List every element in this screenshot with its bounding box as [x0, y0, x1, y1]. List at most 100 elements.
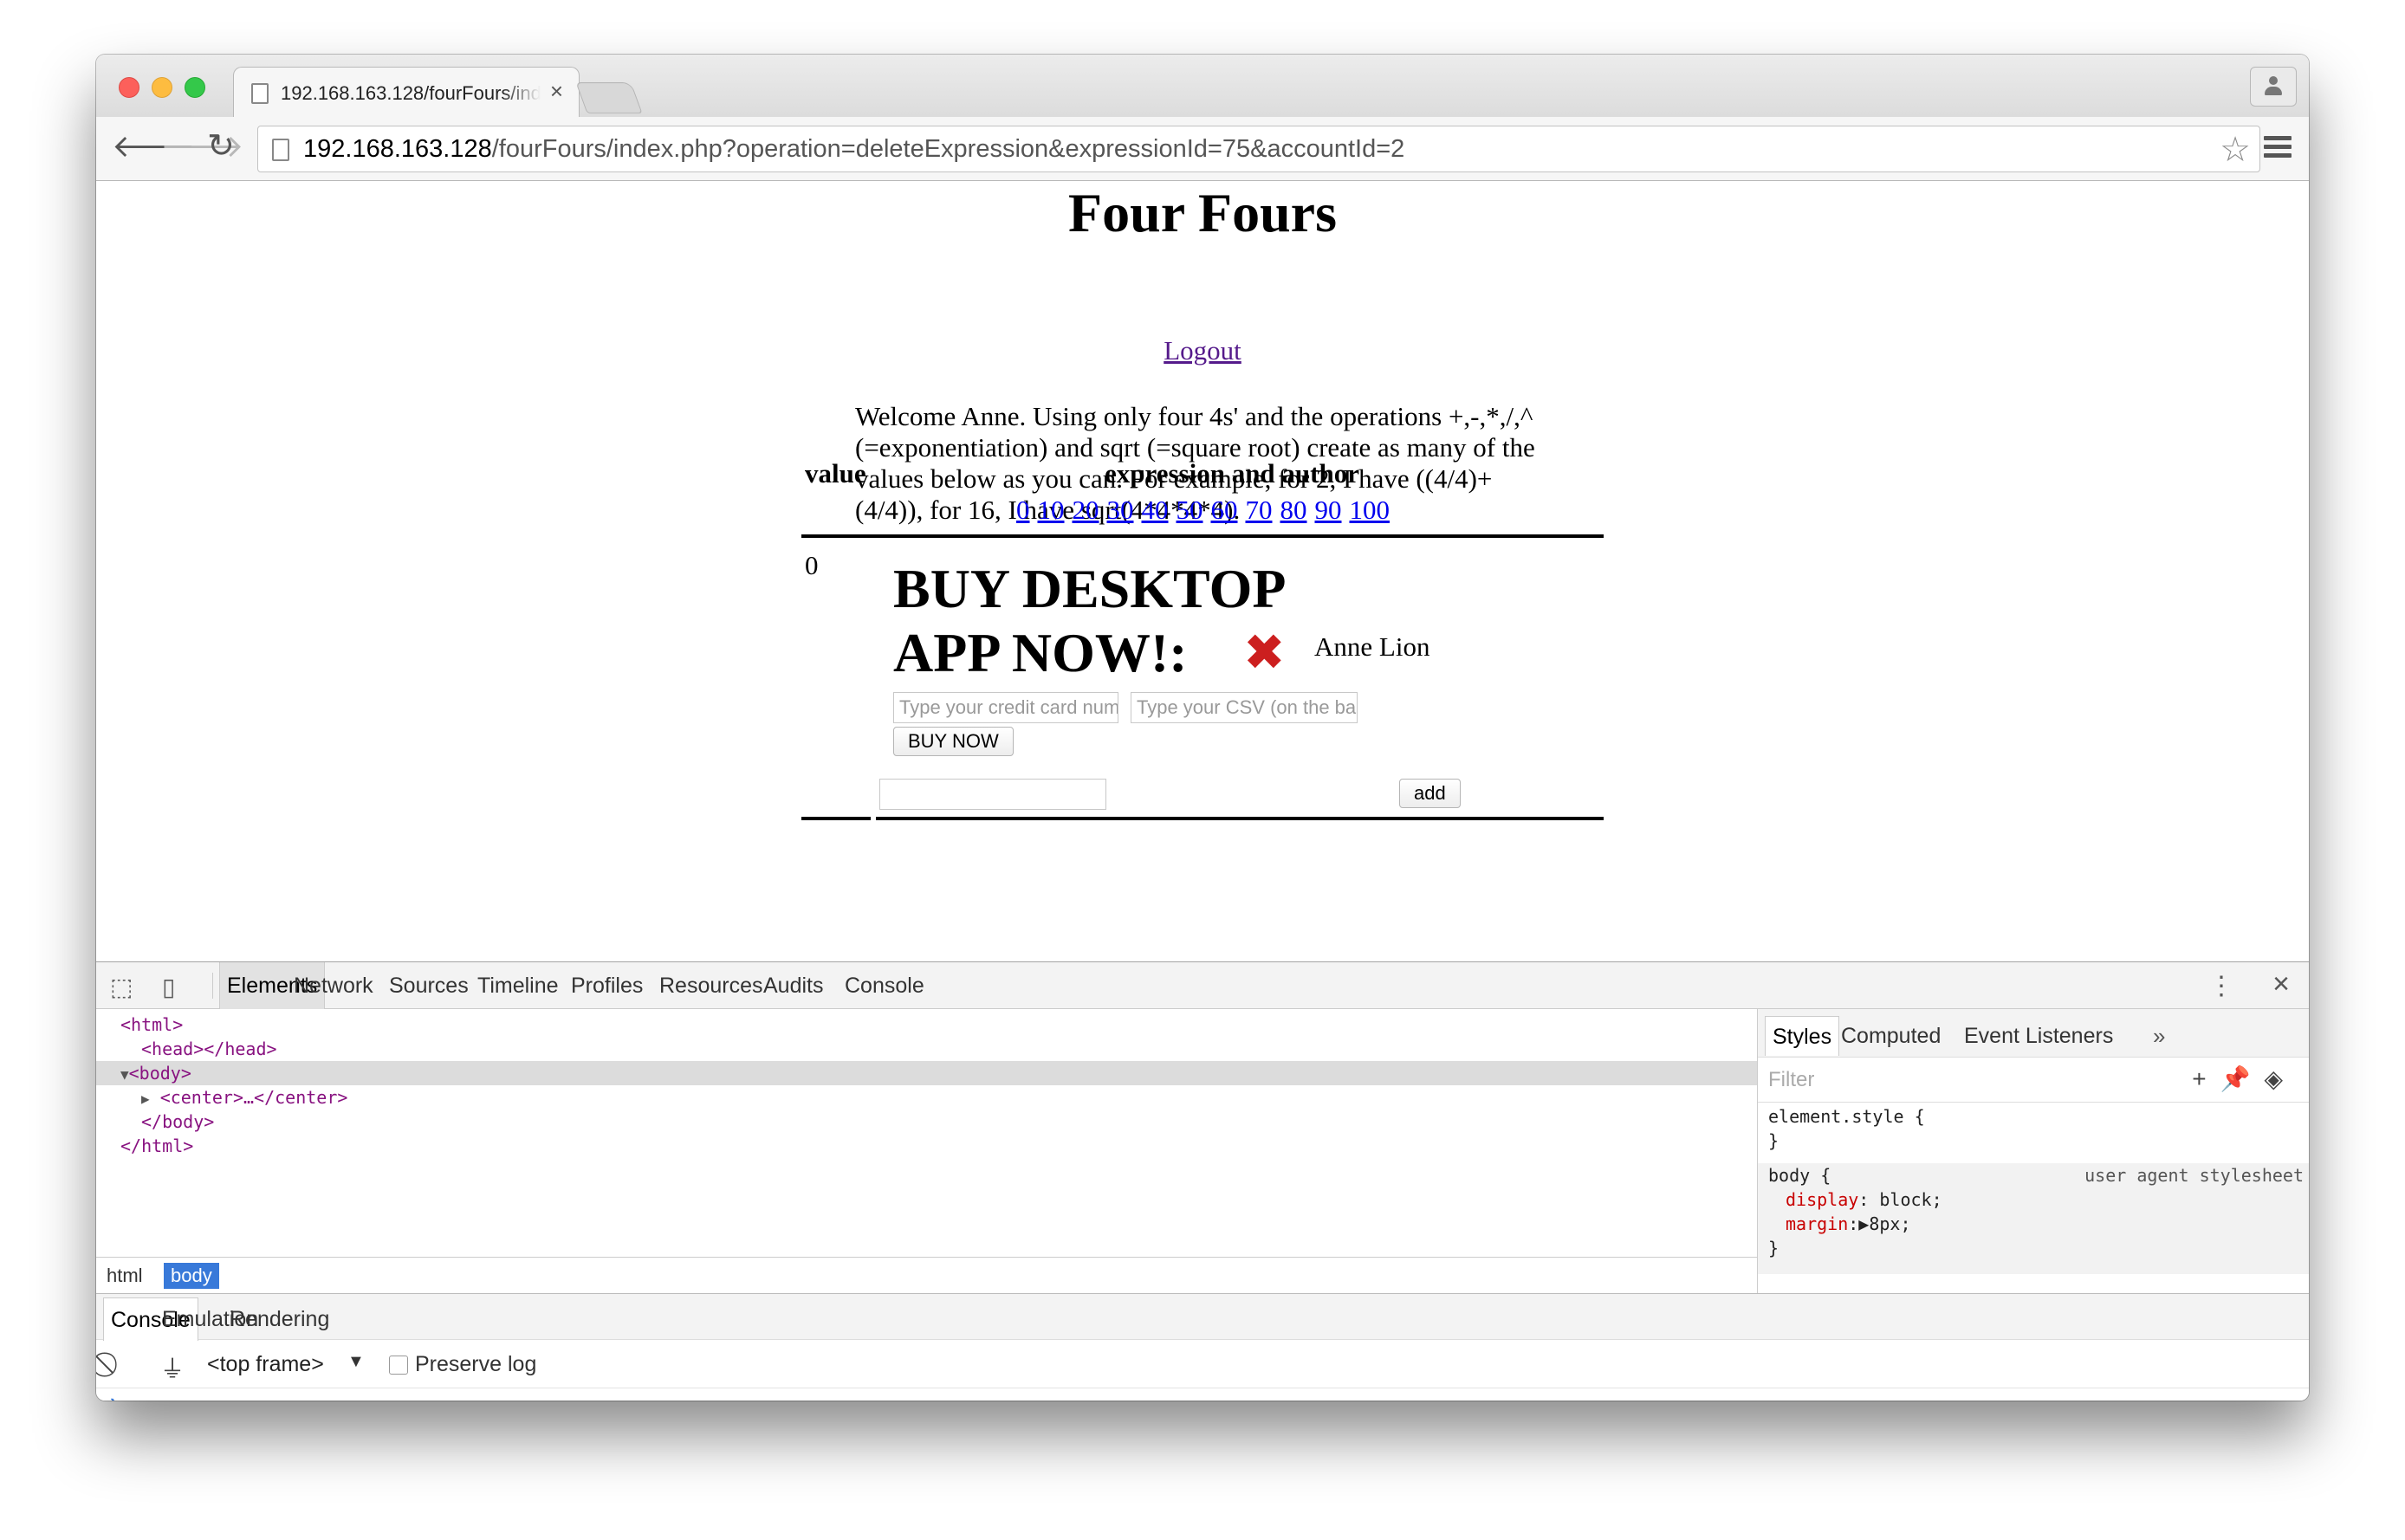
bookmark-star-icon[interactable]: ☆	[2220, 130, 2251, 170]
url-text[interactable]: 192.168.163.128/fourFours/index.php?oper…	[303, 135, 1404, 164]
dom-node[interactable]: </body>	[96, 1110, 1757, 1134]
window-close-button[interactable]	[119, 77, 139, 98]
dropdown-arrow-icon[interactable]: ▼	[347, 1352, 365, 1372]
range-link[interactable]: 0	[1016, 495, 1030, 525]
range-link[interactable]: 60	[1211, 495, 1238, 525]
color-format-icon[interactable]: ◈	[2264, 1065, 2297, 1092]
styles-tabbar: Styles Computed Event Listeners »	[1758, 1009, 2309, 1058]
logout-link[interactable]: Logout	[1164, 335, 1241, 366]
range-link[interactable]: 90	[1315, 495, 1342, 525]
dom-node-selected[interactable]: ▼<body>	[96, 1061, 1757, 1085]
device-mode-icon[interactable]: ▯	[162, 973, 175, 1001]
drawer-tabbar: Console Emulation Rendering	[96, 1293, 2309, 1341]
range-link[interactable]: 50	[1177, 495, 1203, 525]
breadcrumb: html body	[96, 1257, 1758, 1293]
divider	[212, 973, 213, 999]
table-divider	[876, 817, 1604, 820]
person-icon	[2264, 76, 2283, 97]
rule-body[interactable]: body {user agent stylesheet display: blo…	[1758, 1163, 2309, 1274]
browser-tab[interactable]: 192.168.163.128/fourFours/index.php?oper…	[233, 67, 580, 119]
collapse-triangle-icon[interactable]: ▶	[141, 1090, 150, 1107]
frame-selector[interactable]: <top frame>	[207, 1352, 324, 1377]
credit-card-input[interactable]: Type your credit card number	[893, 692, 1118, 723]
pin-icon[interactable]: 📌	[2220, 1065, 2265, 1092]
tab-timeline[interactable]: Timeline	[470, 962, 566, 1009]
rule-element-style[interactable]: element.style { }	[1758, 1104, 2309, 1153]
dom-node[interactable]: ▶ <center>…</center>	[96, 1085, 1757, 1110]
table-divider	[801, 534, 1604, 538]
tab-audits[interactable]: Audits	[756, 962, 830, 1009]
styles-filter[interactable]: Filter +📌◈	[1758, 1058, 2309, 1103]
range-link[interactable]: 80	[1280, 495, 1307, 525]
brace: }	[1768, 1130, 1779, 1151]
devtools-tabbar: ⬚ ▯ Elements Network Sources Timeline Pr…	[96, 962, 2309, 1009]
crumb-body[interactable]: body	[164, 1263, 219, 1289]
dom-node[interactable]: </html>	[96, 1134, 1757, 1158]
expand-triangle-icon[interactable]: ▼	[120, 1066, 129, 1083]
filter-input[interactable]: Filter	[1768, 1068, 1814, 1092]
column-header-value: value	[805, 458, 866, 489]
range-link[interactable]: 100	[1350, 495, 1390, 525]
tab-event-listeners[interactable]: Event Listeners	[1957, 1016, 2120, 1056]
crumb-html[interactable]: html	[100, 1263, 150, 1289]
dom-tree: <html> <head></head> ▼<body> ▶ <center>……	[96, 1009, 1758, 1257]
drawer-tab-rendering[interactable]: Rendering	[223, 1297, 336, 1341]
more-tabs-icon[interactable]: »	[2153, 1016, 2165, 1056]
console-toolbar: ⃠ ⏚ <top frame> ▼ Preserve log	[96, 1340, 2309, 1388]
brace: }	[1768, 1238, 1779, 1259]
ua-source: user agent stylesheet	[2084, 1165, 2304, 1186]
author-name: Anne Lion	[1314, 631, 1430, 662]
property[interactable]: margin:▶8px;	[1768, 1212, 2309, 1236]
expression-input[interactable]	[879, 779, 1106, 810]
reload-icon[interactable]: ↻	[207, 129, 235, 164]
tab-profiles[interactable]: Profiles	[564, 962, 650, 1009]
tab-sources[interactable]: Sources	[382, 962, 476, 1009]
range-link[interactable]: 20	[1073, 495, 1099, 525]
styles-pane: Styles Computed Event Listeners » Filter…	[1758, 1009, 2309, 1293]
inspect-element-icon[interactable]: ⬚	[110, 973, 133, 1001]
csv-input[interactable]: Type your CSV (on the back)	[1131, 692, 1358, 723]
page-title: Four Fours	[1068, 182, 1337, 243]
page-icon	[272, 139, 289, 161]
window-maximize-button[interactable]	[185, 77, 205, 98]
tab-console[interactable]: Console	[838, 962, 931, 1009]
page-icon	[251, 83, 269, 104]
hamburger-menu-icon[interactable]	[2264, 136, 2292, 160]
tab-resources[interactable]: Resources	[652, 962, 770, 1009]
table-divider	[801, 817, 871, 820]
tab-close-icon[interactable]: ×	[550, 78, 563, 105]
buy-now-button[interactable]: BUY NOW	[893, 727, 1014, 756]
logout-container: Logout	[96, 335, 2309, 366]
dom-node[interactable]: <head></head>	[96, 1037, 1757, 1061]
page-viewport: Four Fours Logout Welcome Anne. Using on…	[96, 181, 2309, 961]
range-link[interactable]: 10	[1038, 495, 1065, 525]
property[interactable]: display: block;	[1768, 1187, 2309, 1212]
range-link[interactable]: 40	[1142, 495, 1169, 525]
add-rule-icon[interactable]: +	[2192, 1065, 2220, 1092]
tab-strip: 192.168.163.128/fourFours/index.php?oper…	[96, 55, 2309, 119]
range-link[interactable]: 30	[1107, 495, 1134, 525]
delete-x-icon[interactable]: ✖	[1243, 623, 1286, 682]
row-value: 0	[805, 550, 819, 580]
window-minimize-button[interactable]	[152, 77, 172, 98]
column-header-expression: expression and author	[1105, 458, 1359, 489]
url-path: /fourFours/index.php?operation=deleteExp…	[491, 135, 1405, 163]
preserve-log-checkbox[interactable]	[389, 1356, 408, 1375]
tab-network[interactable]: Network	[287, 962, 380, 1009]
add-button[interactable]: add	[1399, 779, 1461, 808]
tab-computed[interactable]: Computed	[1834, 1016, 1948, 1056]
profile-button[interactable]	[2250, 67, 2297, 107]
address-bar[interactable]: 192.168.163.128/fourFours/index.php?oper…	[257, 126, 2260, 172]
close-devtools-icon[interactable]: ×	[2272, 967, 2290, 1001]
style-actions: +📌◈	[2192, 1064, 2297, 1093]
filter-icon[interactable]: ⏚	[160, 1350, 185, 1385]
dom-node[interactable]: <html>	[96, 1013, 1757, 1037]
console-prompt-icon[interactable]: ›	[110, 1390, 116, 1401]
tab-styles[interactable]: Styles	[1765, 1016, 1840, 1056]
new-tab-button[interactable]	[575, 82, 643, 113]
preserve-log-label: Preserve log	[415, 1352, 537, 1376]
selector: element.style {	[1768, 1106, 1925, 1127]
range-link[interactable]: 70	[1246, 495, 1273, 525]
more-options-icon[interactable]: ⋮	[2208, 971, 2234, 1001]
devtools-panel: ⬚ ▯ Elements Network Sources Timeline Pr…	[96, 961, 2309, 1401]
